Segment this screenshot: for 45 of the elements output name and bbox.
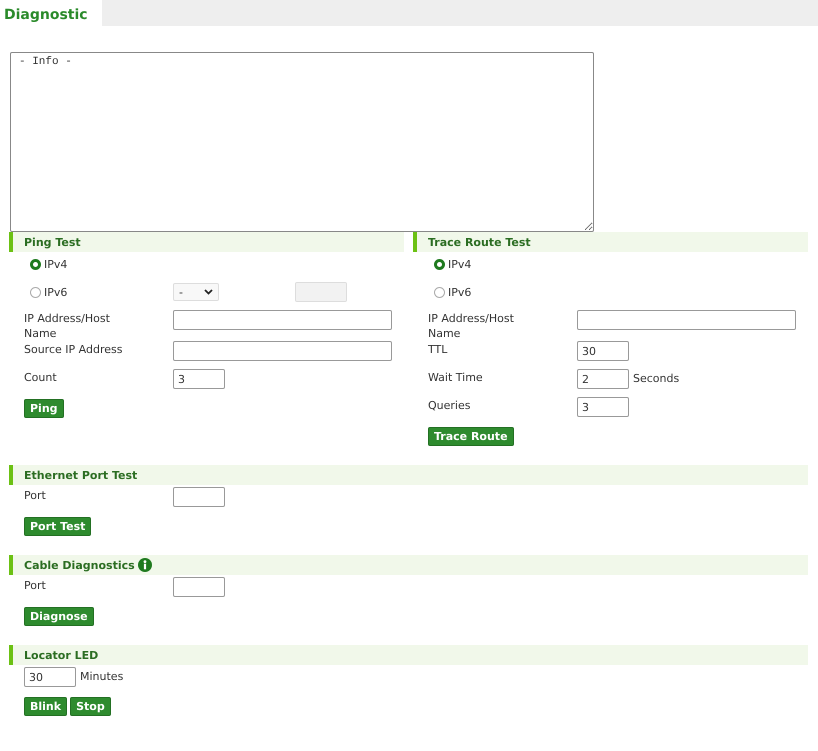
caret-icon [204, 289, 213, 295]
section-title: Cable Diagnostics [24, 558, 135, 572]
field-label: TTL [428, 342, 448, 357]
radio-button[interactable] [434, 258, 445, 270]
action-button[interactable]: Port Test [24, 517, 92, 536]
diagnostic-tab[interactable]: Diagnostic [0, 0, 102, 26]
radio-label: IPv4 [44, 258, 68, 270]
action-button[interactable]: Stop [70, 697, 111, 716]
input-field[interactable] [577, 310, 796, 330]
input-field[interactable] [173, 310, 392, 330]
field-label: Port [24, 578, 47, 593]
input-field[interactable] [173, 577, 225, 597]
input-field[interactable] [173, 341, 392, 361]
input-field[interactable]: 3 [173, 369, 225, 389]
input-field[interactable]: 30 [24, 667, 76, 687]
unit-label: Seconds [632, 371, 680, 385]
field-label: Port [24, 488, 47, 503]
radio-button[interactable] [30, 258, 41, 270]
radio-label: IPv6 [44, 286, 68, 298]
info-text-area[interactable]: - Info - [10, 52, 594, 232]
field-label: Queries [428, 398, 472, 413]
action-button[interactable]: Blink [24, 697, 68, 716]
section-title: Trace Route Test [428, 236, 531, 248]
action-button[interactable]: Trace Route [428, 427, 514, 446]
section-title: Ping Test [24, 236, 81, 248]
input-field[interactable]: 3 [577, 397, 629, 417]
radio-button[interactable] [30, 286, 41, 298]
section-title: Ethernet Port Test [24, 468, 138, 482]
field-label: Count [24, 370, 58, 385]
info-icon[interactable] [138, 558, 152, 572]
input-field[interactable]: 30 [577, 341, 629, 361]
action-button[interactable]: Ping [24, 399, 64, 418]
field-label: IP Address/Host Name [428, 311, 515, 341]
field-label: Wait Time [428, 370, 484, 385]
input-field[interactable]: 2 [577, 369, 629, 389]
radio-label: IPv4 [448, 258, 472, 270]
radio-button[interactable] [434, 286, 445, 298]
field-label: Source IP Address [24, 342, 124, 357]
section-title: Locator LED [24, 648, 98, 662]
prefix-dropdown[interactable]: - [173, 283, 219, 301]
input-field[interactable] [173, 487, 225, 507]
action-button[interactable]: Diagnose [24, 607, 94, 626]
unit-label: Minutes [79, 669, 124, 683]
field-label: IP Address/Host Name [24, 311, 111, 341]
radio-label: IPv6 [448, 286, 472, 298]
